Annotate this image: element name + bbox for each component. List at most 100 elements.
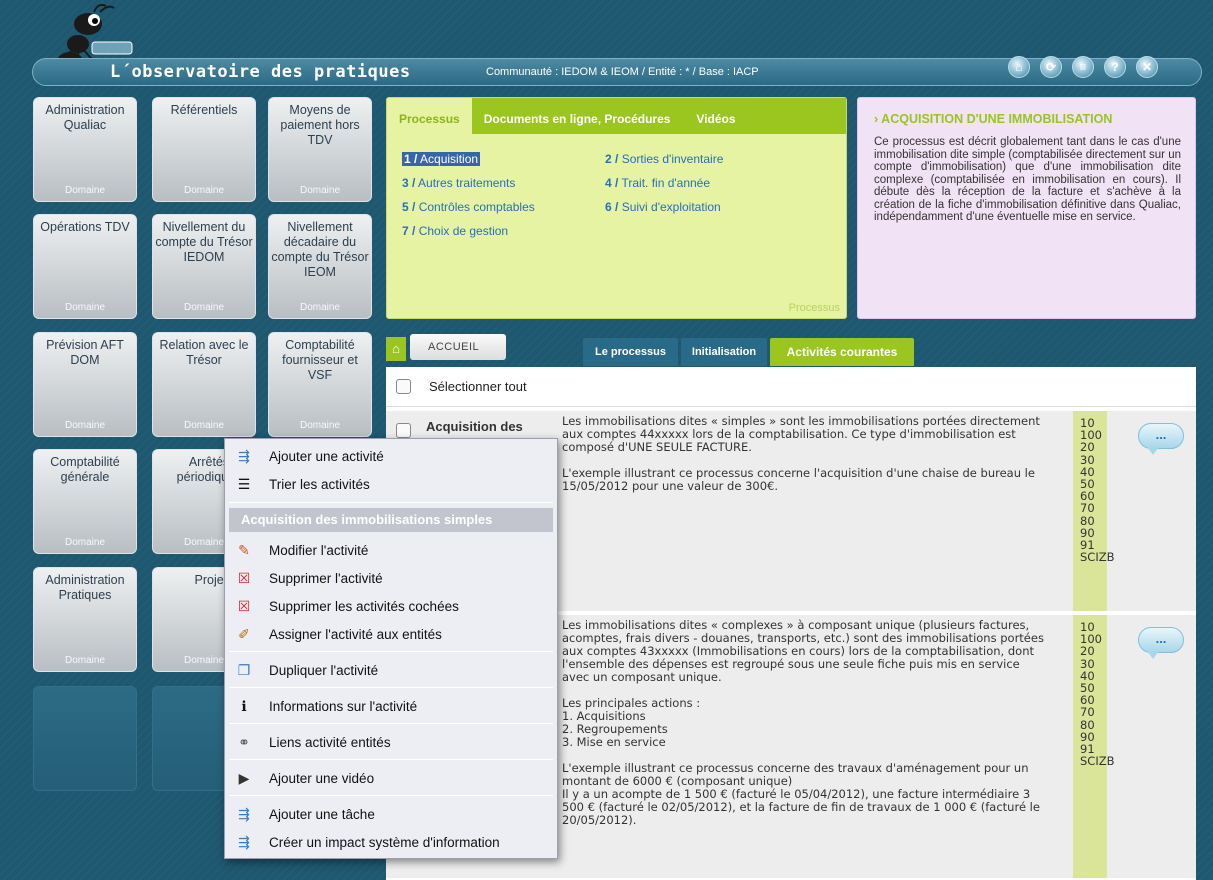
- delete-icon: ☒: [237, 569, 251, 586]
- tile-footer: Domaine: [64, 537, 106, 548]
- tile-referentiels[interactable]: Référentiels Domaine: [152, 97, 256, 202]
- refresh-icon[interactable]: ⟳: [1040, 56, 1062, 78]
- row-checkbox[interactable]: [396, 423, 411, 438]
- select-all-checkbox[interactable]: [396, 379, 411, 394]
- comment-bubble-icon[interactable]: ...: [1138, 627, 1184, 659]
- tile-prevision-aft[interactable]: Prévision AFT DOM Domaine: [33, 332, 137, 437]
- close-icon[interactable]: ✕: [1136, 56, 1158, 78]
- comment-bubble-icon[interactable]: ...: [1138, 423, 1184, 455]
- context-menu: ⇶ Ajouter une activité ☰ Trier les activ…: [224, 438, 558, 859]
- process-link-sorties[interactable]: 2 / Sorties d'inventaire: [605, 152, 723, 166]
- menu-icon[interactable]: ≡: [1072, 56, 1094, 78]
- tile-footer: Domaine: [64, 420, 106, 431]
- menu-item-label: Liens activité entités: [269, 734, 391, 750]
- tile-footer: Domaine: [299, 420, 341, 431]
- menu-separator: [229, 723, 553, 724]
- menu-item-info[interactable]: ℹ Informations sur l'activité: [225, 692, 557, 720]
- add-activity-icon: ⇶: [238, 447, 250, 464]
- app-title: L´observatoire des pratiques: [110, 62, 411, 82]
- menu-item-assign-entities[interactable]: ✐ Assigner l'activité aux entités: [225, 620, 557, 648]
- entity-codes: 10 100 20 30 40 50 60 70 80 90 91 SCIZB: [1073, 411, 1115, 611]
- activity-description: Les immobilisations dites « simples » so…: [562, 414, 1040, 493]
- header-icon-group: ⌂ ⟳ ≡ ? ✕: [1008, 56, 1158, 78]
- menu-item-modify-activity[interactable]: ✎ Modifier l'activité: [225, 536, 557, 564]
- menu-item-add-video[interactable]: ▶ Ajouter une vidéo: [225, 764, 557, 792]
- video-camera-icon: ▶: [238, 769, 250, 786]
- tile-label: Nivellement du compte du Trésor IEDOM: [155, 220, 253, 264]
- community-info: Communauté : IEDOM & IEOM / Entité : * /…: [486, 66, 759, 78]
- menu-separator: [229, 687, 553, 688]
- paint-brush-icon: ✐: [238, 625, 250, 642]
- delete-checked-icon: ☒: [237, 597, 251, 614]
- tile-comptabilite-fournisseur[interactable]: Comptabilité fournisseur et VSF Domaine: [268, 332, 372, 437]
- sort-list-icon: ☰: [237, 475, 251, 492]
- menu-item-add-activity[interactable]: ⇶ Ajouter une activité: [225, 442, 557, 470]
- home-icon[interactable]: ⌂: [1008, 56, 1030, 78]
- menu-item-label: Créer un impact système d'information: [269, 834, 500, 850]
- activity-name[interactable]: Acquisition des: [426, 419, 523, 434]
- info-icon: ℹ: [241, 697, 247, 714]
- process-panel: Processus Documents en ligne, Procédures…: [386, 97, 847, 319]
- activity-description: Les immobilisations dites « complexes » …: [562, 618, 1044, 827]
- process-link-controles[interactable]: 5 / Contrôles comptables: [402, 200, 535, 214]
- tab-le-processus[interactable]: Le processus: [583, 338, 678, 366]
- tile-nivellement-iedom[interactable]: Nivellement du compte du Trésor IEDOM Do…: [152, 214, 256, 319]
- tile-operations-tdv[interactable]: Opérations TDV Domaine: [33, 214, 137, 319]
- process-link-acquisition[interactable]: 1 / Acquisition: [402, 152, 481, 166]
- tile-comptabilite-generale[interactable]: Comptabilité générale Domaine: [33, 449, 137, 554]
- menu-item-links[interactable]: ⚭ Liens activité entités: [225, 728, 557, 756]
- tile-footer: Domaine: [183, 302, 225, 313]
- tile-label: Prévision AFT DOM: [46, 338, 124, 367]
- tile-label: Moyens de paiement hors TDV: [280, 103, 360, 147]
- menu-separator: [229, 795, 553, 796]
- add-task-icon: ⇶: [238, 805, 250, 822]
- link-icon: ⚭: [238, 733, 250, 750]
- tab-initialisation[interactable]: Initialisation: [681, 338, 767, 366]
- tile-moyens-paiement[interactable]: Moyens de paiement hors TDV Domaine: [268, 97, 372, 202]
- tile-empty: [33, 686, 137, 791]
- menu-item-create-impact[interactable]: ⇶ Créer un impact système d'information: [225, 828, 557, 856]
- tile-footer: Domaine: [299, 302, 341, 313]
- menu-item-label: Supprimer l'activité: [269, 570, 383, 586]
- home-tab-icon[interactable]: ⌂: [386, 337, 406, 361]
- tab-processus[interactable]: Processus: [387, 98, 472, 134]
- menu-separator: [229, 759, 553, 760]
- help-icon[interactable]: ?: [1104, 56, 1126, 78]
- pencil-icon: ✎: [238, 541, 250, 558]
- tab-documents[interactable]: Documents en ligne, Procédures: [472, 98, 683, 134]
- tile-footer: Domaine: [183, 185, 225, 196]
- process-link-autres[interactable]: 3 / Autres traitements: [402, 176, 515, 190]
- tile-label: Administration Qualiac: [45, 103, 125, 132]
- tile-nivellement-ieom[interactable]: Nivellement décadaire du compte du Tréso…: [268, 214, 372, 319]
- menu-item-label: Trier les activités: [269, 476, 370, 492]
- menu-section-header: Acquisition des immobilisations simples: [229, 508, 553, 532]
- menu-separator: [229, 502, 553, 503]
- duplicate-icon: ❐: [237, 661, 251, 678]
- process-tabs: Processus Documents en ligne, Procédures…: [387, 98, 846, 134]
- process-link-fin-annee[interactable]: 4 / Trait. fin d'année: [605, 176, 710, 190]
- menu-item-sort-activities[interactable]: ☰ Trier les activités: [225, 470, 557, 498]
- tile-administration-qualiac[interactable]: Administration Qualiac Domaine: [33, 97, 137, 202]
- info-panel: › ACQUISITION D'UNE IMMOBILISATION Ce pr…: [857, 97, 1196, 319]
- menu-item-label: Supprimer les activités cochées: [269, 598, 459, 614]
- tile-footer: Domaine: [64, 185, 106, 196]
- tab-videos[interactable]: Vidéos: [682, 98, 747, 134]
- menu-item-add-task[interactable]: ⇶ Ajouter une tâche: [225, 800, 557, 828]
- process-link-suivi[interactable]: 6 / Suivi d'exploitation: [605, 200, 721, 214]
- tile-label: Référentiels: [170, 103, 238, 117]
- info-title: › ACQUISITION D'UNE IMMOBILISATION: [874, 112, 1113, 126]
- tab-activites-courantes[interactable]: Activités courantes: [770, 338, 914, 366]
- process-link-choix[interactable]: 7 / Choix de gestion: [402, 224, 508, 238]
- tile-label: Administration Pratiques: [45, 573, 125, 602]
- tile-administration-pratiques[interactable]: Administration Pratiques Domaine: [33, 567, 137, 672]
- menu-item-delete-activity[interactable]: ☒ Supprimer l'activité: [225, 564, 557, 592]
- menu-item-label: Dupliquer l'activité: [269, 662, 379, 678]
- tile-relation-tresor[interactable]: Relation avec le Trésor Domaine: [152, 332, 256, 437]
- menu-item-duplicate[interactable]: ❐ Dupliquer l'activité: [225, 656, 557, 684]
- tile-label: Comptabilité fournisseur et VSF: [282, 338, 358, 382]
- accueil-button[interactable]: ACCUEIL: [410, 334, 506, 360]
- menu-item-delete-checked[interactable]: ☒ Supprimer les activités cochées: [225, 592, 557, 620]
- tile-label: Opérations TDV: [40, 220, 130, 234]
- menu-item-label: Ajouter une activité: [269, 448, 384, 464]
- panel-footer: Processus: [788, 302, 840, 314]
